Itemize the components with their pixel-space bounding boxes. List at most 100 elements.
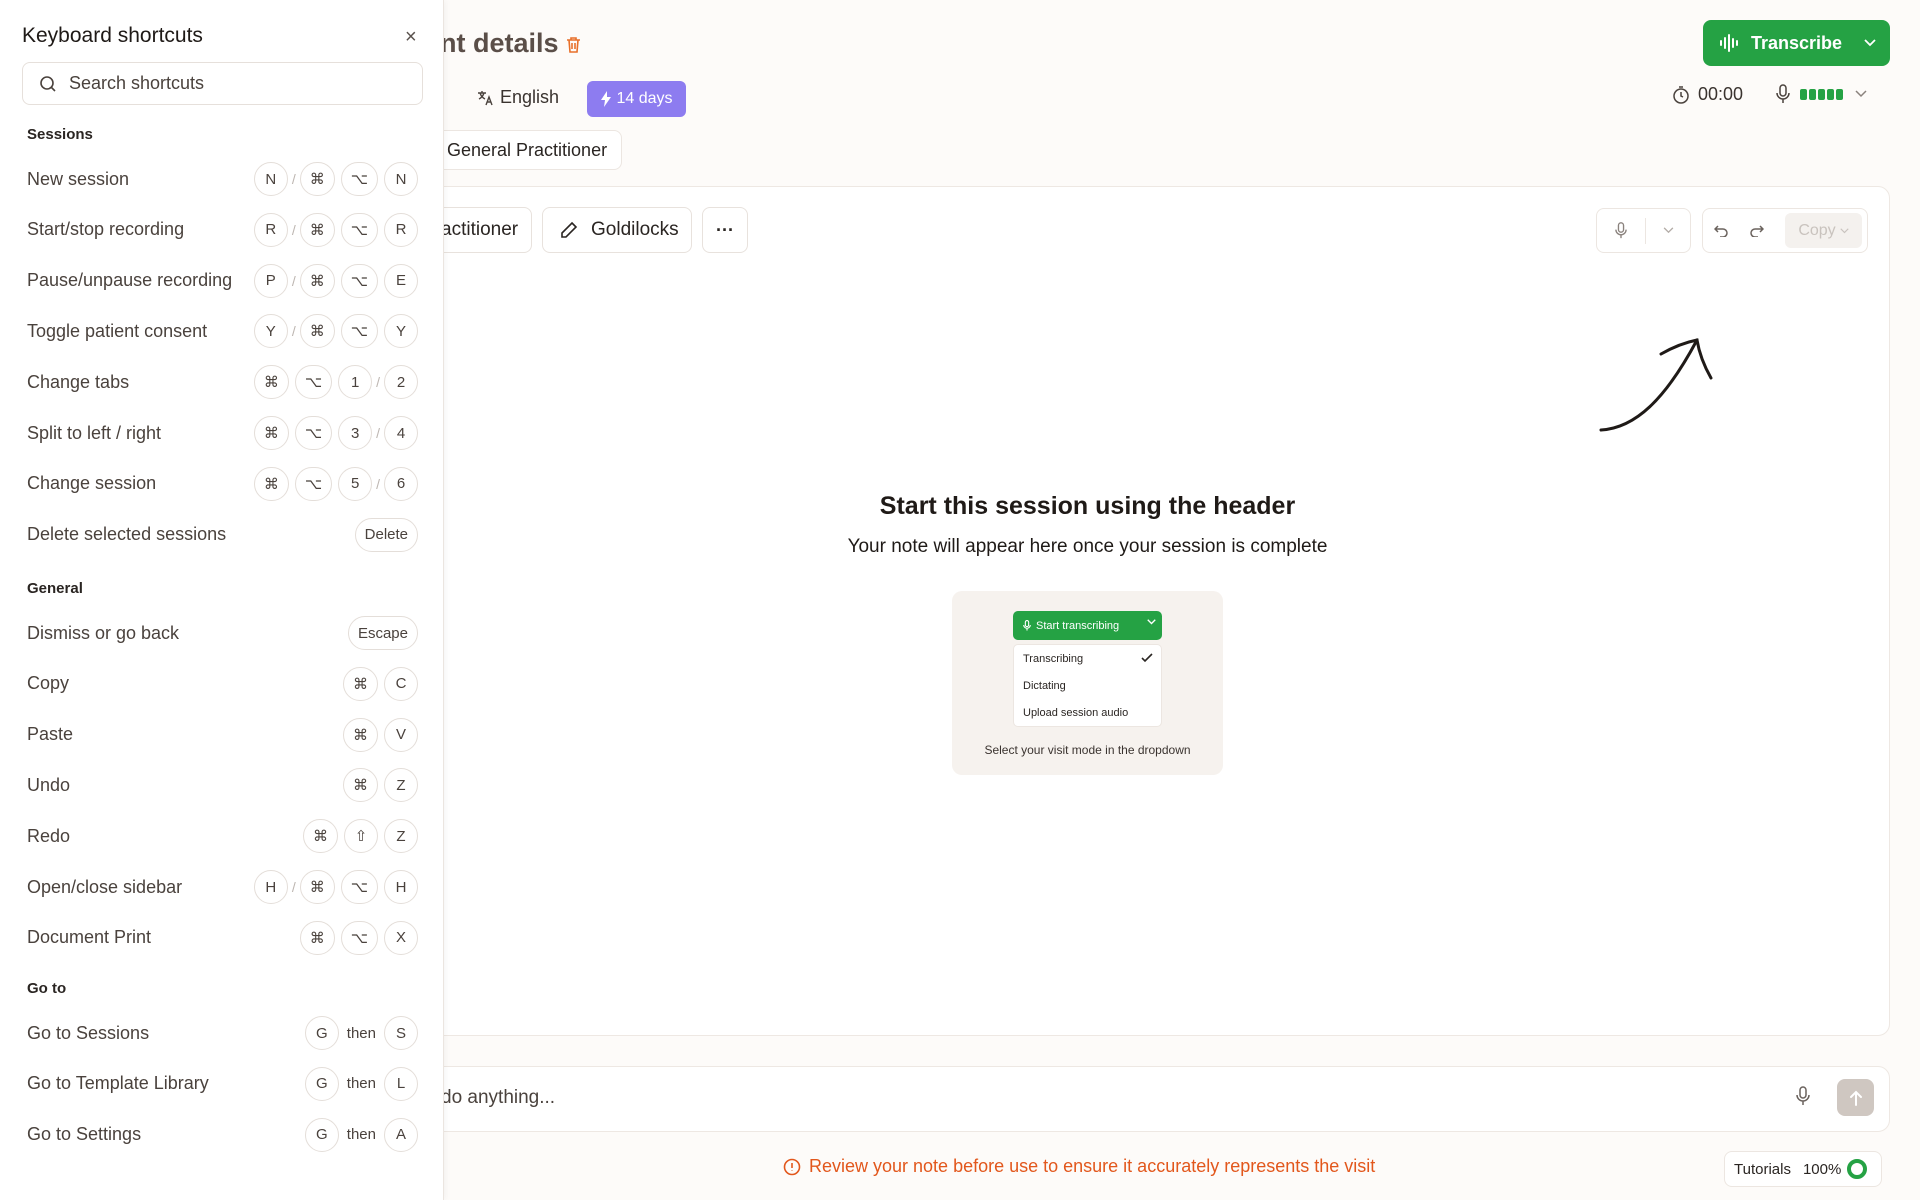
shortcut-label: Open/close sidebar — [27, 876, 183, 897]
bolt-icon — [601, 91, 612, 107]
mic-level-meter — [1800, 88, 1845, 100]
key-cap: ⌘ — [253, 416, 289, 450]
shortcut-keys: H / ⌘ ⌥ H — [253, 870, 418, 904]
key-cap: ⌘ — [299, 263, 335, 298]
transcribe-dropdown[interactable] — [1850, 20, 1890, 66]
key-cap: ⌥ — [340, 162, 378, 196]
shortcut-row: Change tabs ⌘ ⌥ 1/2 — [27, 364, 418, 400]
chevron-down-icon — [1864, 39, 1876, 47]
illustration-caption: Select your visit mode in the dropdown — [984, 743, 1191, 757]
visit-mode-illustration: Start transcribing Transcribing Dictatin… — [952, 591, 1223, 775]
redo-button[interactable] — [1739, 224, 1775, 237]
shortcut-label: Redo — [27, 825, 71, 846]
copy-button[interactable]: Copy — [1785, 213, 1862, 248]
chevron-down-icon — [1855, 90, 1867, 98]
key-cap: ⌘ — [299, 314, 335, 349]
shortcut-keys: N / ⌘ ⌥ N — [253, 162, 418, 196]
shortcut-label: New session — [27, 168, 130, 189]
mic-level-selector[interactable] — [1776, 84, 1867, 104]
shortcut-section-title: General — [27, 580, 83, 597]
key-cap: X — [384, 920, 418, 955]
key-cap: P — [253, 263, 288, 298]
mic-icon — [1023, 620, 1031, 631]
check-icon — [1141, 653, 1153, 663]
key-cap: ⌘ — [299, 870, 335, 904]
dictation-control — [1596, 208, 1691, 253]
mic-icon[interactable] — [1796, 1086, 1810, 1106]
shortcut-label: Undo — [27, 774, 71, 795]
shortcut-section-title: Go to — [27, 980, 67, 997]
dictate-button[interactable] — [1597, 222, 1645, 239]
key-cap: A — [384, 1117, 418, 1152]
shortcut-label: Copy — [27, 673, 70, 694]
shortcut-row: Dismiss or go back Escape — [27, 615, 418, 651]
shortcut-keys: ⌘ C — [343, 666, 418, 701]
shortcut-section-title: Sessions — [27, 126, 93, 143]
waveform-icon — [1720, 34, 1738, 52]
shortcut-row: Undo ⌘ Z — [27, 767, 418, 803]
key-cap: S — [384, 1016, 418, 1050]
tutorials-button[interactable]: Tutorials 100% — [1724, 1151, 1882, 1187]
key-cap: ⌥ — [340, 870, 378, 904]
shortcut-row: Go to Settings Gthen A — [27, 1117, 418, 1153]
key-cap: ⌥ — [340, 212, 378, 247]
shortcut-label: Change session — [27, 473, 157, 494]
shortcut-label: Change tabs — [27, 371, 130, 392]
review-warning: Review your note before use to ensure it… — [783, 1156, 1375, 1177]
key-cap: ⌘ — [299, 920, 335, 955]
shortcut-row: Copy ⌘ C — [27, 666, 418, 702]
chevron-down-icon — [1147, 619, 1156, 625]
key-cap: ⌥ — [294, 365, 333, 400]
key-cap: ⌥ — [294, 416, 333, 450]
key-cap: 1 — [338, 365, 373, 400]
shortcut-keys: R / ⌘ ⌥ R — [253, 212, 418, 247]
key-cap: ⌥ — [340, 314, 378, 349]
style-chip[interactable]: Goldilocks — [542, 207, 692, 253]
shortcut-label: Go to Settings — [27, 1124, 142, 1145]
key-sequence-word: then — [346, 1126, 376, 1144]
shortcut-row: Redo ⌘ ⇧ Z — [27, 818, 418, 854]
assistant-input-bar[interactable] — [420, 1066, 1890, 1132]
key-separator: / — [376, 425, 380, 441]
send-icon — [1849, 1090, 1862, 1106]
send-button[interactable] — [1837, 1079, 1874, 1116]
key-separator: / — [291, 272, 296, 289]
dictate-dropdown[interactable] — [1646, 227, 1690, 234]
trash-icon[interactable] — [565, 36, 582, 54]
language-selector[interactable]: English — [476, 87, 559, 108]
close-icon[interactable]: × — [405, 26, 417, 49]
shortcut-keys: Y / ⌘ ⌥ Y — [253, 314, 418, 349]
shortcut-row: Change session ⌘ ⌥ 5/6 — [27, 466, 418, 502]
language-label: English — [500, 87, 560, 107]
transcribe-button[interactable]: Transcribe — [1703, 20, 1890, 66]
key-cap: ⌘ — [299, 162, 335, 196]
shortcut-label: Start/stop recording — [27, 219, 185, 240]
key-cap: 4 — [384, 416, 418, 450]
key-separator: / — [376, 475, 380, 492]
key-cap: ⌘ — [303, 819, 338, 854]
shortcut-label: Pause/unpause recording — [27, 270, 233, 291]
template-tag[interactable]: General Practitioner — [432, 130, 622, 170]
key-separator: / — [376, 374, 380, 391]
pencil-icon — [561, 221, 578, 238]
days-badge[interactable]: 14 days — [587, 81, 686, 117]
shortcut-label: Delete selected sessions — [27, 524, 227, 545]
illustration-option: Dictating — [1023, 679, 1066, 692]
more-options-button[interactable]: ··· — [702, 207, 748, 253]
undo-button[interactable] — [1703, 224, 1739, 237]
key-cap: V — [384, 717, 418, 752]
key-separator: / — [291, 879, 296, 895]
shortcut-keys: Escape — [347, 616, 418, 650]
search-input[interactable] — [69, 73, 399, 94]
key-cap: Escape — [347, 616, 418, 650]
shortcut-search[interactable] — [22, 62, 423, 105]
timer-icon — [1673, 85, 1689, 104]
key-cap: ⌘ — [343, 768, 378, 803]
assistant-input-text[interactable]: do anything... — [441, 1087, 555, 1109]
key-cap: 2 — [384, 365, 418, 400]
shortcut-row: Open/close sidebar H / ⌘ ⌥ H — [27, 869, 418, 905]
session-timer: 00:00 — [1672, 84, 1743, 105]
shortcut-row: Paste ⌘ V — [27, 717, 418, 753]
key-cap: Z — [384, 768, 418, 803]
key-cap: R — [384, 212, 418, 247]
